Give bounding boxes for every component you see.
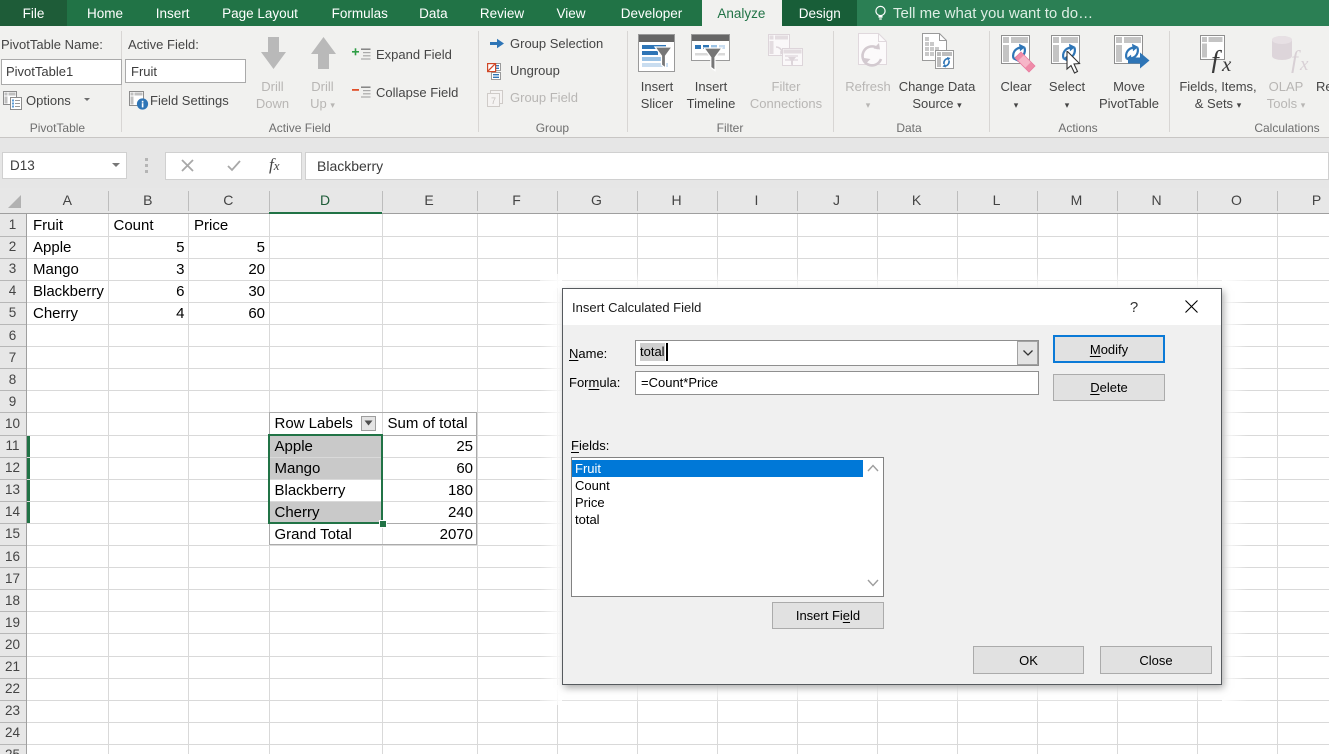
- svg-text:x: x: [1221, 52, 1232, 73]
- svg-text:7: 7: [491, 96, 496, 106]
- svg-text:x: x: [1299, 54, 1309, 73]
